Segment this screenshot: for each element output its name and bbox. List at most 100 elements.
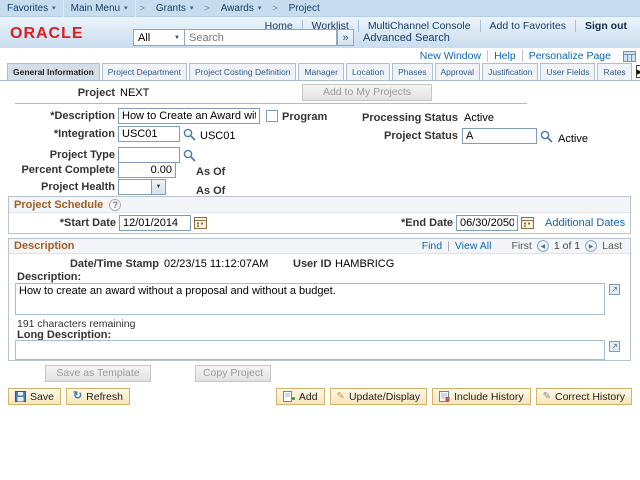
first-link[interactable]: First — [511, 240, 531, 252]
additional-dates-link[interactable]: Additional Dates — [545, 217, 625, 229]
breadcrumb-awards[interactable]: Awards ▾ — [214, 0, 269, 17]
start-date-calendar-icon[interactable] — [194, 216, 207, 229]
program-checkbox[interactable] — [266, 110, 278, 122]
description-title: Description — [14, 240, 75, 252]
breadcrumb-main-menu[interactable]: Main Menu ▾ — [64, 0, 136, 17]
advanced-search-link[interactable]: Advanced Search — [363, 32, 450, 44]
save-icon — [15, 391, 26, 402]
save-as-template-button[interactable]: Save as Template — [45, 365, 151, 382]
tab-general-information[interactable]: General Information — [7, 63, 100, 80]
view-all-link[interactable]: View All — [455, 240, 492, 252]
include-history-label: Include History — [454, 390, 524, 403]
previous-row-icon[interactable]: ◀ — [536, 240, 549, 252]
add-to-my-projects-button[interactable]: Add to My Projects — [302, 84, 432, 101]
new-window-link[interactable]: New Window — [414, 50, 489, 62]
tab-project-costing-definition[interactable]: Project Costing Definition — [189, 63, 297, 80]
project-type-label: Project Type — [49, 149, 115, 161]
page-tabs: General Information Project Department P… — [0, 63, 640, 81]
integration-display-value: USC01 — [200, 130, 236, 142]
project-schedule-title: Project Schedule — [14, 198, 104, 211]
save-button[interactable]: Save — [8, 388, 61, 405]
breadcrumb-project[interactable]: Project — [282, 0, 327, 17]
search-bar: All ▼ » Advanced Search — [133, 29, 450, 46]
percent-complete-input[interactable] — [118, 162, 176, 178]
description-header: Description Find | View All First ◀ 1 of… — [9, 239, 630, 254]
long-description-textarea[interactable] — [15, 340, 605, 360]
project-schedule-groupbox: Project Schedule ? *Start Date *End Date… — [8, 196, 631, 234]
include-history-button[interactable]: Include History — [432, 388, 531, 405]
page-utility-links: New Window Help Personalize Page — [414, 50, 636, 62]
tab-phases[interactable]: Phases — [392, 63, 433, 80]
toolbar-left: Save ↻ Refresh — [8, 388, 130, 405]
update-display-icon: ✎ — [336, 390, 345, 402]
tab-project-department[interactable]: Project Department — [101, 63, 187, 80]
include-history-icon — [439, 391, 450, 402]
program-label: Program — [282, 111, 328, 123]
next-row-icon[interactable]: ▶ — [585, 240, 598, 252]
correct-history-button[interactable]: ✎ Correct History — [535, 388, 632, 405]
sign-out-link[interactable]: Sign out — [576, 20, 636, 32]
start-date-input[interactable] — [119, 215, 191, 231]
as-of-label: As Of — [196, 166, 226, 178]
datetime-stamp-value: 02/23/15 11:12:07AM — [164, 258, 269, 270]
chevron-down-icon: ▾ — [52, 5, 56, 12]
tab-manager[interactable]: Manager — [298, 63, 344, 80]
processing-status-value: Active — [464, 112, 494, 124]
project-health-select[interactable]: ▼ — [118, 179, 166, 195]
help-icon[interactable]: ? — [109, 198, 122, 211]
expand-icon[interactable]: ↗ — [609, 284, 620, 295]
project-type-lookup-icon[interactable] — [183, 149, 196, 162]
tab-justification[interactable]: Justification — [482, 63, 539, 80]
pagination-controls: Find | View All First ◀ 1 of 1 ▶ Last — [422, 240, 625, 252]
search-scope-select[interactable]: All ▼ — [133, 29, 185, 46]
personalize-page-link[interactable]: Personalize Page — [523, 50, 617, 62]
search-input[interactable] — [185, 29, 337, 46]
project-status-input[interactable] — [462, 128, 537, 144]
description-textarea[interactable]: How to create an award without a proposa… — [15, 283, 605, 315]
correct-history-label: Correct History — [554, 390, 625, 403]
last-link[interactable]: Last — [602, 240, 622, 252]
add-to-favorites-link[interactable]: Add to Favorites — [481, 20, 576, 32]
personalize-grid-icon[interactable] — [623, 50, 636, 62]
add-icon — [282, 391, 295, 402]
breadcrumb-grants[interactable]: Grants ▾ — [149, 0, 201, 17]
integration-input[interactable] — [118, 126, 180, 142]
breadcrumb-favorites[interactable]: Favorites ▾ — [0, 0, 64, 17]
end-date-input[interactable] — [456, 215, 518, 231]
breadcrumb-favorites-label: Favorites — [7, 2, 49, 14]
update-display-label: Update/Display — [348, 390, 421, 403]
expand-icon[interactable]: ↗ — [609, 341, 620, 352]
integration-lookup-icon[interactable] — [183, 128, 196, 141]
row-counter: 1 of 1 — [553, 240, 581, 252]
breadcrumb-awards-label: Awards — [220, 2, 254, 14]
tab-location[interactable]: Location — [346, 63, 391, 80]
project-type-input[interactable] — [118, 147, 180, 163]
user-id-label: User ID — [293, 258, 332, 270]
project-health-label: Project Health — [41, 181, 115, 193]
breadcrumb: Favorites ▾ Main Menu ▾ > Grants ▾ > Awa… — [0, 0, 640, 17]
processing-status-label: Processing Status — [362, 112, 458, 124]
integration-label: *Integration — [53, 128, 115, 140]
update-display-button[interactable]: ✎ Update/Display — [329, 388, 428, 405]
description-field-input[interactable] — [118, 108, 260, 124]
copy-project-button[interactable]: Copy Project — [195, 365, 271, 382]
tab-rates[interactable]: Rates — [597, 63, 632, 80]
project-value: NEXT — [120, 87, 150, 99]
help-link[interactable]: Help — [488, 50, 523, 62]
save-label: Save — [30, 390, 54, 403]
add-button[interactable]: Add — [275, 388, 325, 405]
end-date-calendar-icon[interactable] — [521, 216, 534, 229]
chevron-down-icon: ▼ — [174, 34, 180, 41]
breadcrumb-separator-icon: > — [204, 3, 210, 13]
refresh-button[interactable]: ↻ Refresh — [65, 388, 130, 405]
tab-approval[interactable]: Approval — [434, 63, 481, 80]
more-tabs-icon[interactable]: ▶ — [635, 65, 640, 78]
project-status-label: Project Status — [384, 130, 458, 142]
find-link[interactable]: Find — [422, 240, 442, 252]
project-status-lookup-icon[interactable] — [540, 130, 553, 143]
oracle-logo: ORACLE — [10, 25, 84, 42]
user-id-value: HAMBRICG — [335, 258, 395, 270]
search-submit-button[interactable]: » — [337, 29, 354, 46]
refresh-label: Refresh — [86, 390, 123, 403]
tab-user-fields[interactable]: User Fields — [540, 63, 596, 80]
